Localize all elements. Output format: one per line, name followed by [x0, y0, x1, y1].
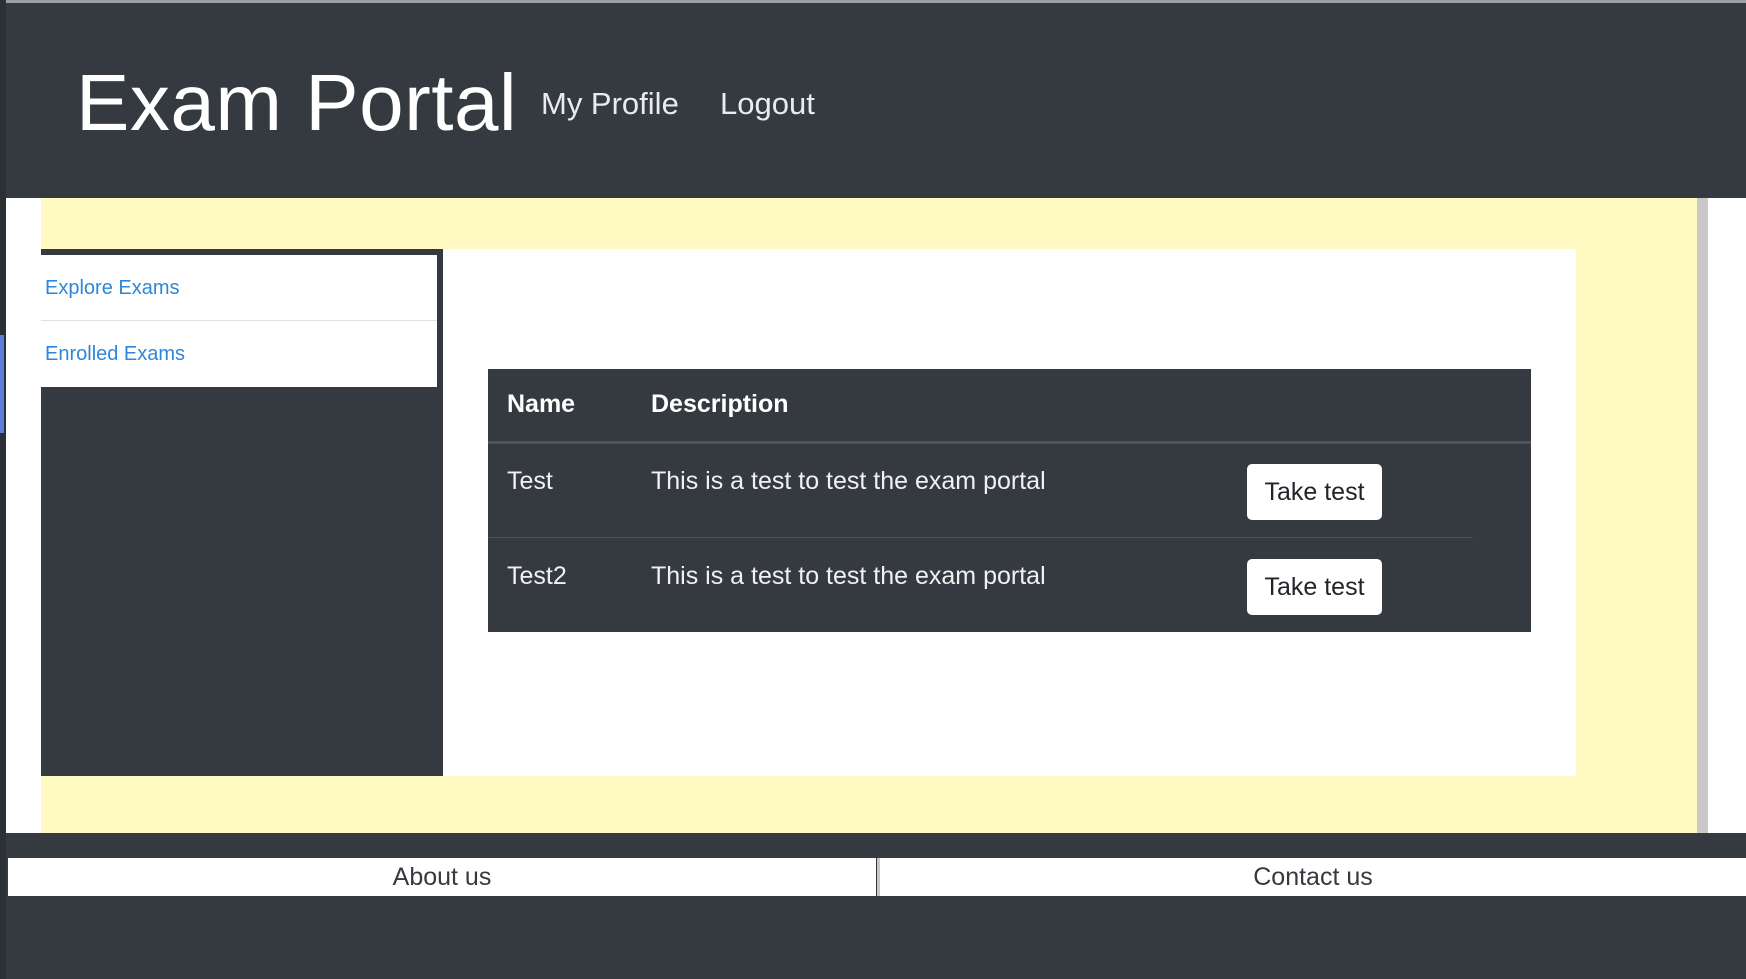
column-header-description: Description: [651, 390, 789, 418]
exam-table: Name Description Test This is a test to …: [488, 369, 1531, 632]
header: Exam Portal My Profile Logout: [6, 3, 1746, 198]
exam-description-cell: This is a test to test the exam portal: [651, 562, 1046, 590]
right-scroll-strip: [1697, 198, 1708, 833]
brand-title[interactable]: Exam Portal: [76, 55, 517, 151]
sidebar-item-enrolled-exams[interactable]: Enrolled Exams: [41, 321, 437, 387]
sidebar: Explore Exams Enrolled Exams: [41, 249, 443, 776]
take-test-button[interactable]: Take test: [1247, 559, 1382, 615]
exam-description-cell: This is a test to test the exam portal: [651, 467, 1046, 495]
row-divider: [488, 537, 1473, 538]
table-row: Test This is a test to test the exam por…: [488, 444, 1531, 538]
window-edge-marker: [0, 335, 4, 433]
column-header-name: Name: [507, 390, 576, 418]
nav-my-profile-link[interactable]: My Profile: [541, 85, 679, 122]
footer: About us Contact us: [6, 833, 1746, 979]
content-panel: Name Description Test This is a test to …: [443, 249, 1576, 776]
table-header: Name Description: [488, 369, 1531, 444]
sidebar-item-explore-exams[interactable]: Explore Exams: [41, 255, 437, 321]
exam-name-cell: Test: [507, 467, 553, 495]
nav-logout-link[interactable]: Logout: [720, 85, 815, 122]
page: Exam Portal My Profile Logout Explore Ex…: [0, 0, 1746, 979]
footer-about-us-link[interactable]: About us: [8, 858, 876, 896]
table-row: Test2 This is a test to test the exam po…: [488, 539, 1531, 633]
take-test-button[interactable]: Take test: [1247, 464, 1382, 520]
sidebar-menu: Explore Exams Enrolled Exams: [41, 255, 437, 387]
footer-contact-us-link[interactable]: Contact us: [877, 858, 1746, 896]
exam-name-cell: Test2: [507, 562, 567, 590]
